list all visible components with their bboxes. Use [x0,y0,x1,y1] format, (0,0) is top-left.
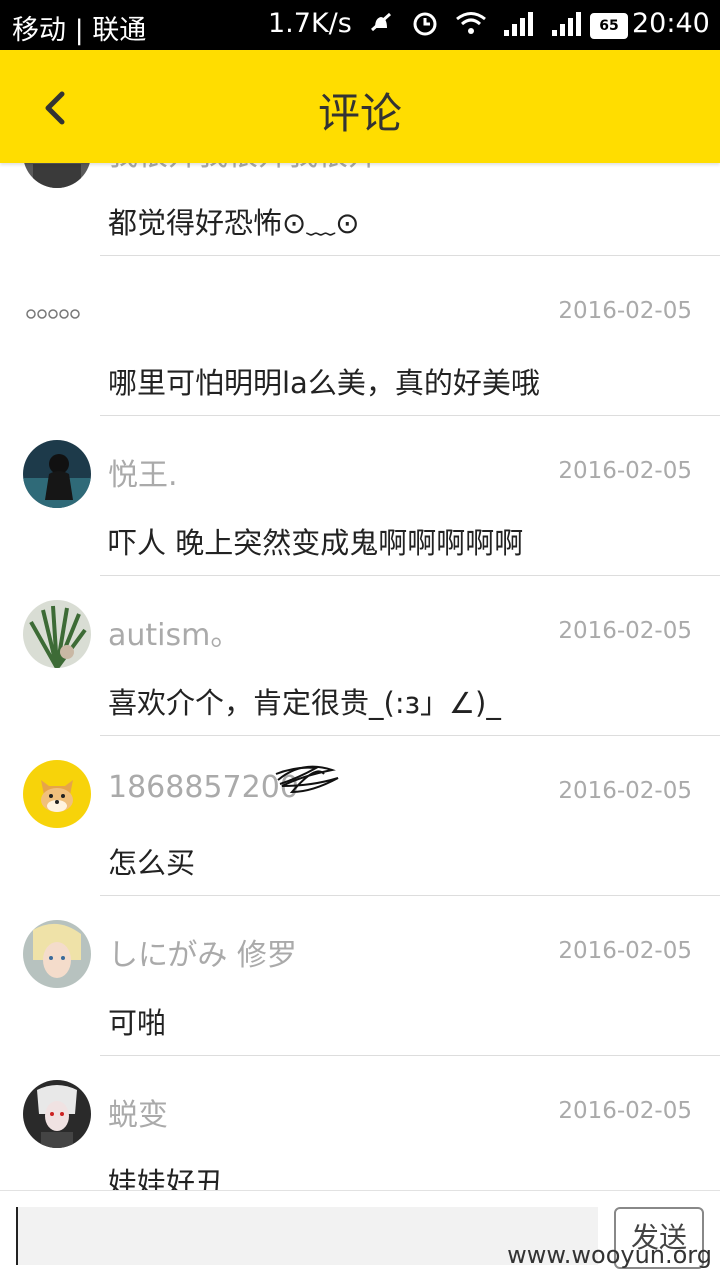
comment-list[interactable]: 我很开我很开我很开 2016-02-05 都觉得好恐怖⊙﹏⊙ 2016-02-0… [0,96,720,1190]
comment-text: 可啪 [108,1006,167,1040]
comment-date: 2016-02-05 [558,618,692,644]
scribble-redaction-icon [275,765,339,794]
page-title: 评论 [317,89,402,138]
comment-date: 2016-02-05 [558,938,692,964]
signal-icon [504,12,533,36]
avatar[interactable] [23,760,91,828]
avatar[interactable] [23,600,91,668]
comment-text: 娃娃好丑 [108,1166,225,1190]
comment-author[interactable]: しにがみ 修罗 [108,930,297,974]
comment-text: 喜欢介个，肯定很贵_(:з」∠)_ [108,686,501,720]
battery-icon: 65 [590,13,628,39]
comment-item[interactable]: 蜕变 2016-02-05 娃娃好丑 [0,1056,720,1190]
avatar[interactable] [23,1080,91,1148]
network-speed: 1.7K/s [268,8,352,39]
comment-input-bar: 发送 www.wooyun.org [0,1190,720,1281]
comment-date: 2016-02-05 [558,778,692,804]
comment-author[interactable]: 1868857200 [108,770,299,805]
app-header: 评论 [0,50,720,163]
watermark: www.wooyun.org [507,1241,712,1269]
comment-author[interactable]: 悦王. [108,450,178,494]
alarm-icon [413,12,437,36]
signal-icon-2 [552,12,581,36]
comment-text: 都觉得好恐怖⊙﹏⊙ [108,206,360,240]
mute-icon [371,12,391,32]
comment-date: 2016-02-05 [558,1098,692,1124]
avatar[interactable] [23,280,91,348]
comment-item[interactable]: autism。 2016-02-05 喜欢介个，肯定很贵_(:з」∠)_ [0,576,720,736]
comment-item[interactable]: 2016-02-05 哪里可怕明明la么美，真的好美哦 [0,256,720,416]
comment-item[interactable]: 1868857200 2016-02-05 怎么买 [0,736,720,896]
avatar[interactable] [23,920,91,988]
comment-text: 吓人 晚上突然变成鬼啊啊啊啊啊 [108,526,524,560]
clock: 20:40 [632,8,710,39]
comment-item[interactable]: しにがみ 修罗 2016-02-05 可啪 [0,896,720,1056]
comment-text: 哪里可怕明明la么美，真的好美哦 [108,366,540,400]
comment-author[interactable]: autism。 [108,610,240,654]
comment-item[interactable]: 悦王. 2016-02-05 吓人 晚上突然变成鬼啊啊啊啊啊 [0,416,720,576]
wifi-icon [456,12,486,34]
status-bar: 移动 | 联通 1.7K/s 65 20:40 [0,0,720,50]
comment-text: 怎么买 [108,846,196,880]
avatar[interactable] [23,440,91,508]
comment-author[interactable]: 蜕变 [108,1090,168,1134]
comment-date: 2016-02-05 [558,458,692,484]
comment-date: 2016-02-05 [558,298,692,324]
carrier-label: 移动 | 联通 [12,15,147,46]
